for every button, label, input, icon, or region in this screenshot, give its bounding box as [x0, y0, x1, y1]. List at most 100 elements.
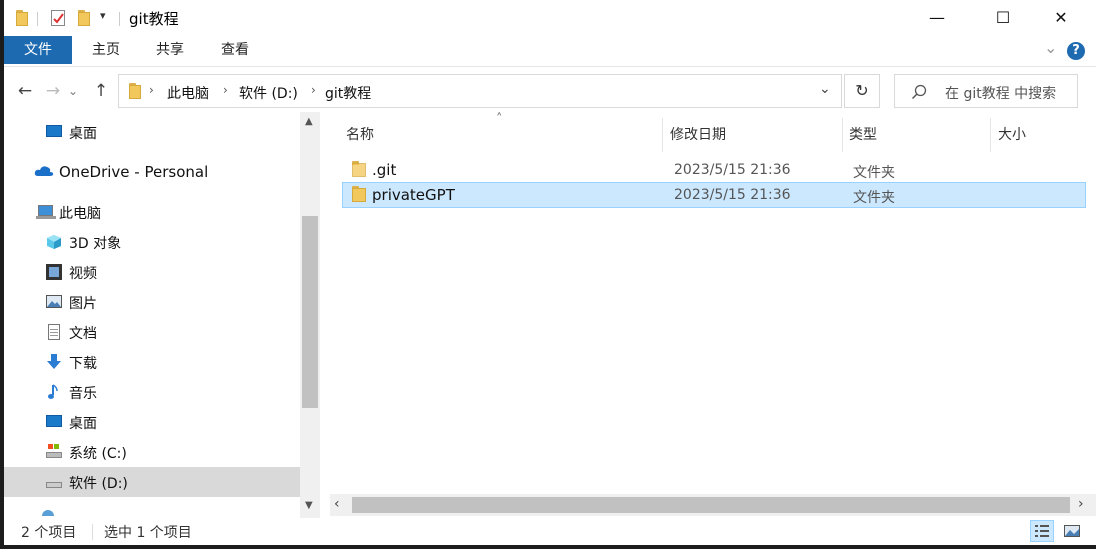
nav-label: 系统 (C:) — [69, 446, 127, 462]
properties-icon[interactable] — [51, 10, 65, 26]
nav-label: 软件 (D:) — [69, 476, 128, 492]
file-name: privateGPT — [372, 186, 455, 204]
tab-view[interactable]: 查看 — [205, 36, 265, 64]
large-icons-view-icon — [1064, 525, 1080, 537]
nav-item-documents[interactable]: 文档 — [4, 317, 300, 347]
scrollbar-thumb[interactable] — [352, 497, 1070, 513]
tab-share[interactable]: 共享 — [140, 36, 200, 64]
folder-icon — [16, 10, 28, 26]
forward-arrow-icon: → — [45, 81, 61, 101]
refresh-icon: ↻ — [855, 81, 869, 100]
breadcrumb-separator[interactable]: › — [149, 83, 154, 97]
column-divider[interactable] — [662, 118, 663, 152]
column-divider[interactable] — [842, 118, 843, 152]
file-row[interactable]: .git 2023/5/15 21:36 文件夹 — [342, 157, 1086, 183]
nav-item-3d-objects[interactable]: 3D 对象 — [4, 227, 300, 257]
breadcrumb-this-pc[interactable]: 此电脑 — [167, 83, 209, 103]
nav-label: 下载 — [69, 356, 97, 372]
ribbon-expand-icon[interactable]: ⌄ — [1044, 38, 1057, 57]
explorer-window: ▾ git教程 — ☐ ✕ 文件 主页 共享 查看 ⌄ ? ← → ⌄ ↑ › … — [4, 0, 1096, 545]
nav-scrollbar[interactable]: ▲ ▼ — [300, 112, 320, 520]
nav-item-onedrive[interactable]: OneDrive - Personal — [4, 157, 300, 187]
nav-label: 视频 — [69, 266, 97, 282]
selection-count: 选中 1 个项目 — [104, 525, 192, 541]
breadcrumb-separator[interactable]: › — [311, 83, 316, 97]
close-button[interactable]: ✕ — [1038, 0, 1084, 36]
nav-item-this-pc[interactable]: 此电脑 — [4, 197, 300, 227]
sort-ascending-icon: ˄ — [496, 112, 503, 127]
scroll-right-icon[interactable]: › — [1078, 496, 1084, 512]
divider — [92, 524, 93, 540]
nav-label: 此电脑 — [59, 206, 101, 222]
nav-label: 图片 — [69, 296, 97, 312]
column-header-type[interactable]: 类型 — [849, 124, 877, 144]
quick-access-customize-icon[interactable]: ▾ — [100, 9, 106, 22]
pictures-icon — [46, 294, 62, 310]
desktop-icon — [46, 414, 62, 430]
search-input[interactable]: 在 git教程 中搜索 — [894, 74, 1078, 108]
back-button[interactable]: ← — [14, 80, 36, 102]
column-header-name[interactable]: 名称 — [346, 124, 374, 144]
tab-file[interactable]: 文件 — [4, 36, 72, 64]
divider — [119, 12, 120, 26]
file-date: 2023/5/15 21:36 — [674, 187, 791, 203]
breadcrumb-drive-d[interactable]: 软件 (D:) — [239, 83, 298, 103]
breadcrumb-current-folder[interactable]: git教程 — [325, 83, 371, 103]
nav-item-desktop-2[interactable]: 桌面 — [4, 407, 300, 437]
minimize-button[interactable]: — — [914, 0, 960, 36]
help-icon[interactable]: ? — [1067, 42, 1085, 60]
item-count: 2 个项目 — [21, 525, 77, 541]
nav-label: 文档 — [69, 326, 97, 342]
up-button[interactable]: ↑ — [90, 80, 112, 102]
forward-button[interactable]: → — [42, 80, 64, 102]
nav-item-drive-c[interactable]: 系统 (C:) — [4, 437, 300, 467]
refresh-button[interactable]: ↻ — [844, 74, 880, 108]
folder-icon — [352, 161, 366, 177]
onedrive-icon — [34, 164, 54, 180]
nav-label: 3D 对象 — [69, 236, 122, 252]
nav-item-videos[interactable]: 视频 — [4, 257, 300, 287]
scrollbar-thumb[interactable] — [302, 216, 318, 408]
nav-item-pictures[interactable]: 图片 — [4, 287, 300, 317]
file-date: 2023/5/15 21:36 — [674, 162, 791, 178]
maximize-button[interactable]: ☐ — [980, 0, 1026, 36]
address-row: ← → ⌄ ↑ › 此电脑 › 软件 (D:) › git教程 ⌄ ↻ 在 gi… — [4, 68, 1096, 112]
details-view-button[interactable] — [1030, 520, 1054, 542]
column-header-date-modified[interactable]: 修改日期 — [670, 124, 726, 144]
new-folder-icon[interactable] — [78, 10, 90, 26]
ribbon-tabs: 文件 主页 共享 查看 ⌄ ? — [4, 36, 1096, 66]
address-dropdown-icon[interactable]: ⌄ — [819, 81, 831, 97]
downloads-icon — [46, 354, 62, 370]
large-icons-view-button[interactable] — [1060, 520, 1084, 542]
up-arrow-icon: ↑ — [93, 81, 109, 101]
ribbon-divider — [4, 66, 1096, 67]
nav-item-drive-d[interactable]: 软件 (D:) — [4, 467, 300, 497]
details-view-icon — [1035, 525, 1049, 537]
documents-icon — [46, 324, 62, 340]
nav-item-downloads[interactable]: 下载 — [4, 347, 300, 377]
horizontal-scrollbar[interactable]: ‹ › — [330, 494, 1096, 516]
scroll-up-icon[interactable]: ▲ — [305, 116, 313, 127]
close-icon: ✕ — [1054, 8, 1068, 27]
drive-d-icon — [46, 474, 62, 490]
title-bar: ▾ git教程 — ☐ ✕ — [4, 0, 1096, 36]
column-divider[interactable] — [990, 118, 991, 152]
nav-item-desktop[interactable]: 桌面 — [4, 117, 300, 147]
address-bar[interactable]: › 此电脑 › 软件 (D:) › git教程 ⌄ — [118, 74, 842, 108]
recent-locations-button[interactable]: ⌄ — [66, 80, 80, 102]
search-icon — [911, 84, 927, 100]
tab-home[interactable]: 主页 — [76, 36, 136, 64]
scroll-left-icon[interactable]: ‹ — [334, 496, 340, 512]
search-placeholder: 在 git教程 中搜索 — [945, 86, 1057, 102]
divider — [37, 12, 38, 26]
column-header-size[interactable]: 大小 — [998, 124, 1026, 144]
maximize-icon: ☐ — [995, 8, 1011, 27]
file-row-selected[interactable]: privateGPT 2023/5/15 21:36 文件夹 — [342, 182, 1086, 208]
help-glyph: ? — [1072, 43, 1080, 58]
file-type: 文件夹 — [853, 165, 895, 181]
nav-label: 桌面 — [69, 126, 97, 142]
nav-item-music[interactable]: 音乐 — [4, 377, 300, 407]
breadcrumb-separator[interactable]: › — [223, 83, 228, 97]
videos-icon — [46, 264, 62, 280]
scroll-down-icon[interactable]: ▼ — [305, 500, 313, 511]
